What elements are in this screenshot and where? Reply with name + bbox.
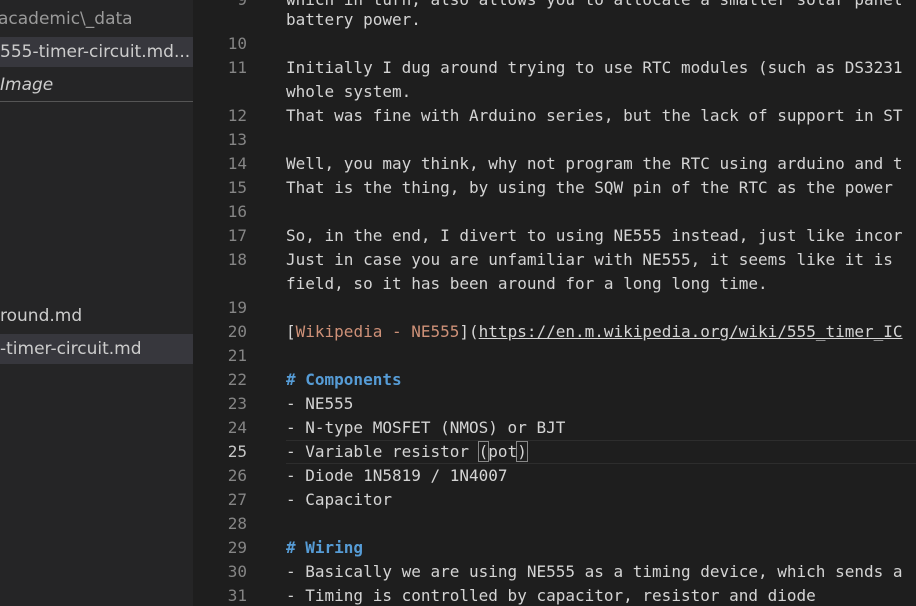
line-number: 11 xyxy=(227,58,247,77)
line-number-active: 25 xyxy=(227,442,247,461)
code-line[interactable]: That is the thing, by using the SQW pin … xyxy=(286,176,893,200)
code-line[interactable]: whole system. xyxy=(286,80,411,104)
link-bracket-mid: ]( xyxy=(459,322,479,341)
code-line[interactable]: - Timing is controlled by capacitor, res… xyxy=(286,584,816,606)
code-line[interactable]: - Diode 1N5819 / 1N4007 xyxy=(286,464,508,488)
line-number: 19 xyxy=(227,298,247,317)
code-line[interactable]: field, so it has been around for a long … xyxy=(286,272,768,296)
code-line[interactable]: - N-type MOSFET (NMOS) or BJT xyxy=(286,416,565,440)
line-number: 27 xyxy=(227,490,247,509)
code-line[interactable]: So, in the end, I divert to using NE555 … xyxy=(286,224,903,248)
code-line-link[interactable]: [Wikipedia - NE555](https://en.m.wikiped… xyxy=(286,320,903,344)
code-line[interactable]: - Basically we are using NE555 as a timi… xyxy=(286,560,903,584)
line-number: 14 xyxy=(227,154,247,173)
line-number: 10 xyxy=(227,34,247,53)
line-number: 29 xyxy=(227,538,247,557)
line-number: 28 xyxy=(227,514,247,533)
link-bracket-open: [ xyxy=(286,322,296,341)
markdown-heading[interactable]: # Wiring xyxy=(286,536,363,560)
code-line[interactable]: Well, you may think, why not program the… xyxy=(286,152,903,176)
link-text[interactable]: Wikipedia - NE555 xyxy=(296,322,460,341)
file-item-round-md[interactable]: round.md xyxy=(0,301,193,331)
line-number: 23 xyxy=(227,394,247,413)
line-number xyxy=(193,8,247,32)
line-number: 18 xyxy=(227,250,247,269)
markdown-heading[interactable]: # Components xyxy=(286,368,402,392)
line-number: 13 xyxy=(227,130,247,149)
code-text: - Variable resistor xyxy=(286,442,479,461)
line-number xyxy=(193,272,247,296)
folder-item-academic-data[interactable]: academic\_data xyxy=(0,4,191,34)
code-line[interactable]: - NE555 xyxy=(286,392,353,416)
code-line[interactable]: Initially I dug around trying to use RTC… xyxy=(286,56,903,80)
bracket-match-close: ) xyxy=(516,441,528,462)
file-item-timer-circuit-md[interactable]: -timer-circuit.md xyxy=(0,334,193,364)
file-item-555-timer-circuit-open[interactable]: 555-timer-circuit.md... xyxy=(0,37,193,67)
line-number: 31 xyxy=(227,586,247,605)
link-url[interactable]: https://en.m.wikipedia.org/wiki/555_time… xyxy=(479,322,903,341)
editor-pane[interactable]: 9 which in turn, also allows you to allo… xyxy=(193,0,916,606)
line-number xyxy=(193,80,247,104)
line-number: 26 xyxy=(227,466,247,485)
line-number: 30 xyxy=(227,562,247,581)
file-explorer-sidebar: academic\_data 555-timer-circuit.md... I… xyxy=(0,0,193,606)
folder-item-image[interactable]: Image xyxy=(0,70,193,100)
bracket-match-open: ( xyxy=(477,441,490,462)
line-number: 22 xyxy=(227,370,247,389)
line-number: 21 xyxy=(227,346,247,365)
line-number: 17 xyxy=(227,226,247,245)
code-line[interactable]: That was fine with Arduino series, but t… xyxy=(286,104,903,128)
line-number: 20 xyxy=(227,322,247,341)
code-text: pot xyxy=(488,442,518,461)
code-line[interactable]: Just in case you are unfamiliar with NE5… xyxy=(286,248,893,272)
line-number: 24 xyxy=(227,418,247,437)
line-number: 16 xyxy=(227,202,247,221)
line-number: 15 xyxy=(227,178,247,197)
line-number: 12 xyxy=(227,106,247,125)
code-line-active[interactable]: - Variable resistor (pot) xyxy=(286,440,528,464)
code-line[interactable]: - Capacitor xyxy=(286,488,392,512)
code-line[interactable]: battery power. xyxy=(286,8,421,32)
sidebar-divider xyxy=(0,101,193,102)
